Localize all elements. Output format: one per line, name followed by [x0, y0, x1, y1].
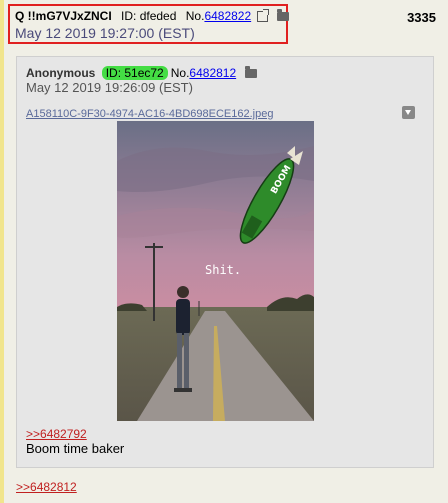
attachment-filename-link[interactable]: A158110C-9F30-4974-AC16-4BD698ECE162.jpe…	[26, 108, 273, 120]
download-icon[interactable]	[402, 106, 415, 119]
folder-icon[interactable]	[245, 66, 258, 79]
post-number-link[interactable]: 6482822	[204, 9, 251, 23]
attached-image[interactable]: BOOM Shit.	[117, 121, 314, 421]
reply-header: Anonymous ID: 51ec72 No.6482812	[26, 66, 258, 80]
reply-count: 3335	[407, 10, 436, 25]
post-no-label: No.	[185, 9, 205, 23]
reply-date: May 12 2019 19:26:09 (EST)	[26, 80, 193, 95]
reply-number-link[interactable]: 6482812	[189, 66, 236, 80]
external-link-icon[interactable]	[256, 9, 269, 23]
post-left-bar	[0, 0, 4, 503]
reply-message: Boom time baker	[26, 441, 125, 456]
quoted-reply: Anonymous ID: 51ec72 No.6482812 May 12 20…	[16, 56, 434, 468]
post-id: ID: dfeded	[121, 9, 177, 23]
post-backlink[interactable]: >>6482812	[16, 480, 77, 494]
folder-icon[interactable]	[276, 9, 289, 22]
reply-quote-link[interactable]: >>6482792	[26, 427, 87, 441]
post-header-line: Q !!mG7VJxZNCI ID: dfeded No.6482822	[15, 9, 289, 23]
reply-no-label: No.	[170, 66, 190, 80]
post-date: May 12 2019 19:27:00 (EST)	[15, 25, 195, 41]
reply-id-badge[interactable]: ID: 51ec72	[101, 66, 168, 80]
reply-author: Anonymous	[26, 66, 96, 80]
post-tripcode: Q !!mG7VJxZNCI	[15, 9, 112, 23]
image-caption: Shit.	[205, 263, 241, 277]
post-header-highlight: Q !!mG7VJxZNCI ID: dfeded No.6482822 May…	[8, 4, 289, 44]
